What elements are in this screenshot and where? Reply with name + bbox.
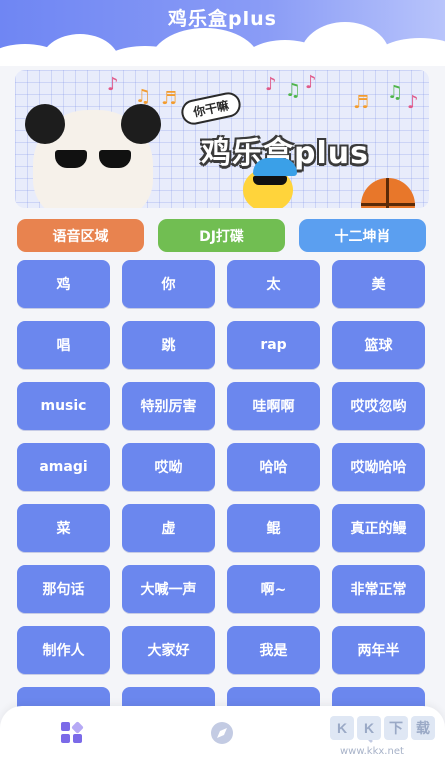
sound-button-label: 哇啊啊	[252, 399, 295, 415]
music-note-icon: ♪	[265, 74, 277, 95]
sound-button[interactable]: 非常正常	[332, 565, 425, 613]
sound-button[interactable]: 跳	[122, 321, 215, 369]
panda-ear	[25, 104, 65, 144]
cap-icon	[253, 158, 297, 176]
sound-button[interactable]: 大家好	[122, 626, 215, 674]
page-title: 鸡乐盒plus	[168, 8, 277, 30]
category-dj[interactable]: DJ打碟	[158, 219, 285, 252]
basketball-icon	[361, 178, 415, 208]
sound-button[interactable]: 太	[227, 260, 320, 308]
sound-button[interactable]: 虚	[122, 504, 215, 552]
app-header: 鸡乐盒plus	[0, 0, 445, 66]
sound-button-label: 太	[266, 277, 281, 293]
music-note-icon: ♬	[353, 92, 370, 113]
sound-button-label: 哎哎忽哟	[350, 399, 407, 415]
sound-button-label: 唱	[56, 338, 71, 354]
sound-button-label: 鸡	[56, 277, 71, 293]
sound-button-label: 哎呦	[154, 460, 183, 476]
sound-button[interactable]: 哎呦	[122, 443, 215, 491]
sound-button[interactable]: 两年半	[332, 626, 425, 674]
watermark-char: 下	[384, 716, 408, 740]
sound-button[interactable]: 真正的鳗	[332, 504, 425, 552]
music-note-icon: ♪	[407, 92, 419, 113]
sound-button[interactable]: rap	[227, 321, 320, 369]
sound-button[interactable]: 哈哈	[227, 443, 320, 491]
sunglasses-icon	[253, 176, 287, 185]
sound-button-label: 跳	[161, 338, 176, 354]
panda-ear	[121, 104, 161, 144]
sound-button[interactable]: 哎哎忽哟	[332, 382, 425, 430]
sound-button[interactable]: 唱	[17, 321, 110, 369]
promo-banner[interactable]: ♪ ♫ ♬ ♪ ♫ ♪ ♬ ♫ ♪ 你干嘛 鸡乐盒plus	[15, 70, 429, 208]
sunglasses-icon	[55, 150, 87, 168]
sound-button-label: 非常正常	[350, 582, 407, 598]
sound-button[interactable]: 鲲	[227, 504, 320, 552]
watermark-logo: K K 下 载 www.kkx.net	[330, 716, 440, 764]
sound-button[interactable]: 菜	[17, 504, 110, 552]
sound-button[interactable]: 篮球	[332, 321, 425, 369]
watermark-char: K	[357, 716, 381, 740]
sound-button-label: 我是	[259, 643, 288, 659]
sound-button[interactable]: amagi	[17, 443, 110, 491]
banner-badge: 你干嘛	[179, 90, 243, 127]
sound-button-label: 篮球	[364, 338, 393, 354]
sound-button-label: 啊~	[260, 582, 287, 598]
sound-button-label: 哎呦哈哈	[350, 460, 407, 476]
sound-button[interactable]: 那句话	[17, 565, 110, 613]
music-note-icon: ♫	[285, 80, 302, 101]
watermark-char: K	[330, 716, 354, 740]
sound-button-label: 虚	[161, 521, 176, 537]
panda-meme-image	[25, 104, 161, 208]
sound-button[interactable]: 哎呦哈哈	[332, 443, 425, 491]
sound-button[interactable]: 鸡	[17, 260, 110, 308]
sound-button[interactable]: 大喊一声	[122, 565, 215, 613]
sound-button-label: 真正的鳗	[350, 521, 407, 537]
music-note-icon: ♫	[387, 82, 404, 103]
sound-button-label: 特别厉害	[140, 399, 197, 415]
category-label: 十二坤肖	[334, 228, 391, 245]
sound-button-label: 美	[371, 277, 386, 293]
category-zodiac[interactable]: 十二坤肖	[299, 219, 426, 252]
sound-button[interactable]: 啊~	[227, 565, 320, 613]
sound-button-label: 菜	[56, 521, 71, 537]
watermark-url: www.kkx.net	[340, 746, 404, 757]
sound-button-label: 制作人	[42, 643, 85, 659]
sound-button-label: amagi	[39, 459, 88, 475]
sound-button-label: 那句话	[42, 582, 85, 598]
grid-icon[interactable]	[59, 720, 85, 746]
category-label: 语音区域	[52, 228, 109, 245]
sound-button-label: 你	[161, 277, 176, 293]
category-voice[interactable]: 语音区域	[17, 219, 144, 252]
sound-button-label: rap	[260, 337, 287, 353]
sound-button-label: 大家好	[147, 643, 190, 659]
sound-button-label: 鲲	[266, 521, 281, 537]
sound-button-label: 两年半	[357, 643, 400, 659]
sound-button-grid: 鸡你太美唱跳 rap 篮球 music 特别厉害 哇啊啊 哎哎忽哟 amagi 哎呦 哈哈 哎呦哈哈…	[17, 260, 427, 710]
sound-button-label: 哈哈	[259, 460, 288, 476]
music-note-icon: ♬	[161, 88, 178, 109]
music-note-icon: ♪	[107, 74, 119, 95]
music-note-icon: ♪	[305, 72, 317, 93]
sound-button-label: 大喊一声	[140, 582, 197, 598]
sound-button[interactable]: 制作人	[17, 626, 110, 674]
sound-button[interactable]: 特别厉害	[122, 382, 215, 430]
sound-button[interactable]: music	[17, 382, 110, 430]
sound-button[interactable]: 哇啊啊	[227, 382, 320, 430]
sound-button[interactable]: 美	[332, 260, 425, 308]
sound-button[interactable]: 我是	[227, 626, 320, 674]
category-label: DJ打碟	[199, 228, 244, 245]
compass-icon[interactable]	[209, 720, 235, 746]
sound-button[interactable]: 你	[122, 260, 215, 308]
sound-button-label: music	[40, 398, 87, 414]
watermark-char: 载	[411, 716, 435, 740]
sunglasses-icon	[99, 150, 131, 168]
